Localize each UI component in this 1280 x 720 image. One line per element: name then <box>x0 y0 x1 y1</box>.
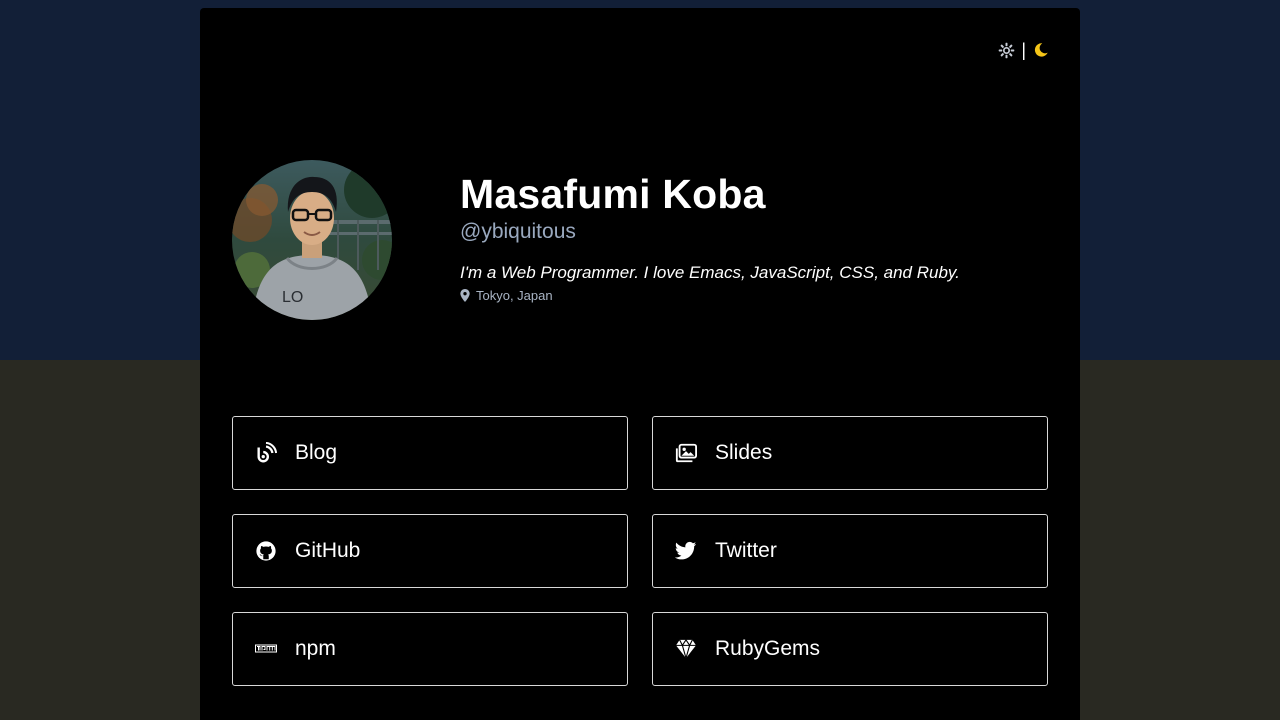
blog-icon <box>255 442 277 464</box>
svg-text:LO: LO <box>282 289 303 306</box>
profile-photo: LO <box>232 160 392 320</box>
npm-link-label: npm <box>295 637 336 660</box>
location-text: Tokyo, Japan <box>476 288 553 303</box>
blog-link-label: Blog <box>295 441 338 464</box>
blog-link[interactable]: Blog <box>232 416 628 490</box>
profile-card: | LO Masafumi Koba @ybiquitous I'm a Web… <box>200 8 1080 720</box>
profile-info: Masafumi Koba @ybiquitous I'm a Web Prog… <box>460 170 1040 303</box>
twitter-link[interactable]: Twitter <box>652 514 1048 588</box>
profile-name: Masafumi Koba <box>460 171 766 217</box>
twitter-link-label: Twitter <box>715 539 777 562</box>
twitter-icon <box>675 540 697 562</box>
rubygems-link[interactable]: RubyGems <box>652 612 1048 686</box>
avatar: LO <box>232 160 392 320</box>
moon-icon <box>1034 43 1048 57</box>
profile-bio: I'm a Web Programmer. I love Emacs, Java… <box>460 263 960 282</box>
light-theme-button[interactable] <box>997 41 1015 59</box>
links-grid: Blog Slides GitHub Twitter npm RubyGems <box>232 416 1048 686</box>
sun-icon <box>998 42 1015 58</box>
rubygems-link-label: RubyGems <box>715 637 821 660</box>
dark-theme-button[interactable] <box>1032 41 1050 59</box>
profile-handle: @ybiquitous <box>460 220 576 243</box>
slides-link-label: Slides <box>715 441 773 464</box>
github-link[interactable]: GitHub <box>232 514 628 588</box>
theme-separator: | <box>1021 40 1026 60</box>
slides-icon <box>675 442 697 464</box>
theme-switch: | <box>997 41 1050 59</box>
profile-location: Tokyo, Japan <box>460 288 1040 303</box>
map-pin-icon <box>460 289 470 302</box>
github-link-label: GitHub <box>295 539 361 562</box>
npm-link[interactable]: npm <box>232 612 628 686</box>
npm-icon <box>255 638 277 660</box>
slides-link[interactable]: Slides <box>652 416 1048 490</box>
rubygems-icon <box>675 638 697 660</box>
github-icon <box>255 540 277 562</box>
